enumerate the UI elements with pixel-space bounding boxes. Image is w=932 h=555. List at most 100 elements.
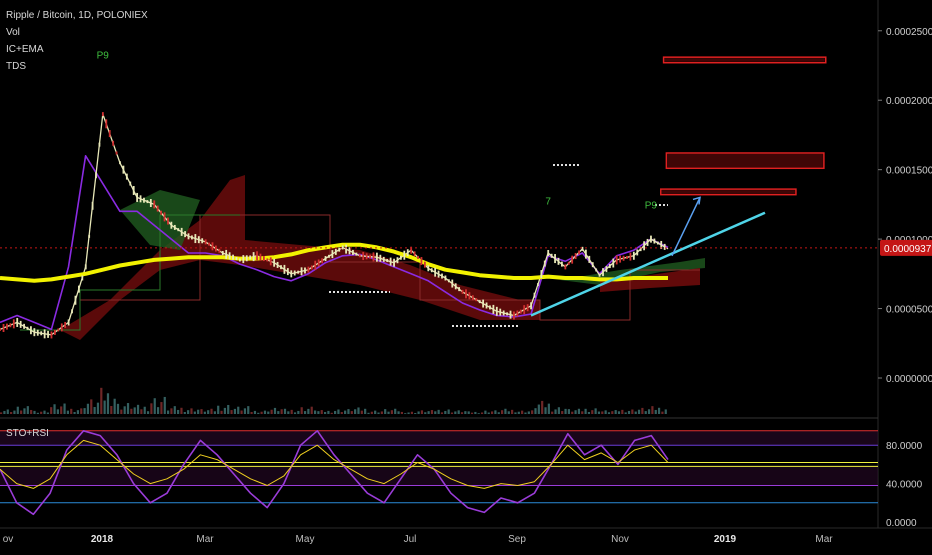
- candle: [163, 212, 166, 222]
- candle: [523, 305, 526, 315]
- volume-bar: [250, 411, 253, 414]
- candle: [30, 326, 32, 335]
- chart-container[interactable]: 0.000250000.000200000.000150000.00010000…: [0, 0, 932, 550]
- price-chart-svg[interactable]: 0.000250000.000200000.000150000.00010000…: [0, 0, 932, 550]
- candle: [423, 261, 426, 268]
- volume-bar: [457, 410, 460, 414]
- volume-bar: [380, 411, 383, 414]
- volume-bar: [177, 409, 180, 414]
- volume-bar: [30, 409, 33, 414]
- candle: [19, 320, 22, 328]
- candle: [60, 323, 63, 332]
- volume-bar: [647, 409, 651, 414]
- candle: [321, 258, 324, 264]
- volume-bar: [584, 408, 587, 414]
- volume-bar: [360, 410, 363, 414]
- candle: [249, 255, 252, 260]
- candle: [400, 255, 402, 260]
- symbol-title[interactable]: Ripple / Bitcoin, 1D, POLONIEX: [6, 10, 148, 22]
- candle: [297, 270, 300, 274]
- volume-bar: [651, 406, 654, 414]
- volume-bar: [521, 410, 524, 414]
- volume-bar: [26, 406, 29, 414]
- volume-bar: [210, 408, 213, 414]
- candle: [9, 323, 12, 328]
- candle: [129, 181, 132, 186]
- candle: [269, 257, 272, 266]
- candle: [619, 255, 622, 263]
- candle: [495, 306, 498, 316]
- volume-bar: [464, 411, 467, 414]
- volume-bar: [454, 411, 457, 414]
- candle: [550, 253, 553, 258]
- candle: [88, 234, 91, 238]
- candle: [338, 247, 341, 252]
- candle: [567, 261, 570, 265]
- candle: [636, 249, 639, 256]
- volume-bar: [541, 400, 544, 414]
- volume-bar: [437, 409, 440, 414]
- volume-bar: [604, 410, 607, 414]
- candle: [561, 261, 563, 267]
- volume-bar: [420, 410, 424, 414]
- candle: [317, 259, 320, 267]
- volume-bar: [297, 410, 300, 414]
- volume-bar: [504, 408, 507, 414]
- indicator-ic-ema-label[interactable]: IC+EMA: [6, 44, 44, 56]
- resistance-zone-fill: [661, 190, 795, 194]
- volume-bar: [561, 411, 564, 414]
- volume-bar: [594, 408, 597, 414]
- candle: [376, 252, 378, 262]
- td-sequential-annotation: P9: [645, 201, 658, 212]
- volume-bar: [223, 407, 226, 414]
- volume-bar: [263, 410, 267, 414]
- volume-bar: [554, 409, 557, 414]
- candle: [262, 256, 265, 262]
- candle: [554, 254, 556, 264]
- volume-bar: [447, 409, 450, 414]
- volume-bar: [531, 410, 534, 414]
- candle: [74, 295, 77, 305]
- volume-bar: [323, 411, 327, 414]
- volume-bar: [537, 404, 540, 414]
- indicator-vol-label[interactable]: Vol: [6, 27, 20, 39]
- candle: [379, 254, 382, 262]
- x-tick-label: ov: [3, 534, 14, 545]
- volume-bar: [641, 407, 644, 414]
- volume-bar: [350, 411, 353, 414]
- volume-bar: [467, 411, 470, 414]
- candle: [101, 112, 104, 117]
- candle: [478, 300, 481, 304]
- volume-bar: [494, 410, 497, 414]
- osc-y-tick-label: 0.0000: [886, 518, 917, 529]
- volume-bar: [574, 410, 577, 414]
- candle: [602, 268, 604, 277]
- indicator-tds-label[interactable]: TDS: [6, 61, 26, 73]
- candle: [122, 165, 125, 174]
- volume-bar: [240, 410, 243, 414]
- volume-bar: [20, 410, 23, 414]
- candle: [427, 265, 430, 272]
- volume-bar: [66, 410, 69, 414]
- volume-bar: [53, 404, 56, 414]
- candle: [67, 319, 70, 326]
- candle: [283, 264, 286, 274]
- volume-bar: [140, 409, 143, 414]
- candle: [197, 236, 200, 244]
- candle: [194, 234, 197, 244]
- candle: [218, 248, 221, 253]
- volume-bar: [397, 411, 400, 414]
- candle: [358, 254, 361, 258]
- candle: [43, 329, 46, 339]
- volume-bar: [450, 412, 454, 414]
- volume-bar: [56, 409, 59, 414]
- candle: [540, 270, 543, 279]
- volume-bar: [280, 409, 283, 414]
- volume-bar: [13, 410, 16, 414]
- volume-bar: [430, 410, 434, 414]
- volume-bar: [233, 408, 236, 414]
- candle: [12, 319, 15, 329]
- candle: [444, 275, 447, 281]
- candle: [564, 264, 567, 270]
- x-tick-label: 2018: [91, 534, 114, 545]
